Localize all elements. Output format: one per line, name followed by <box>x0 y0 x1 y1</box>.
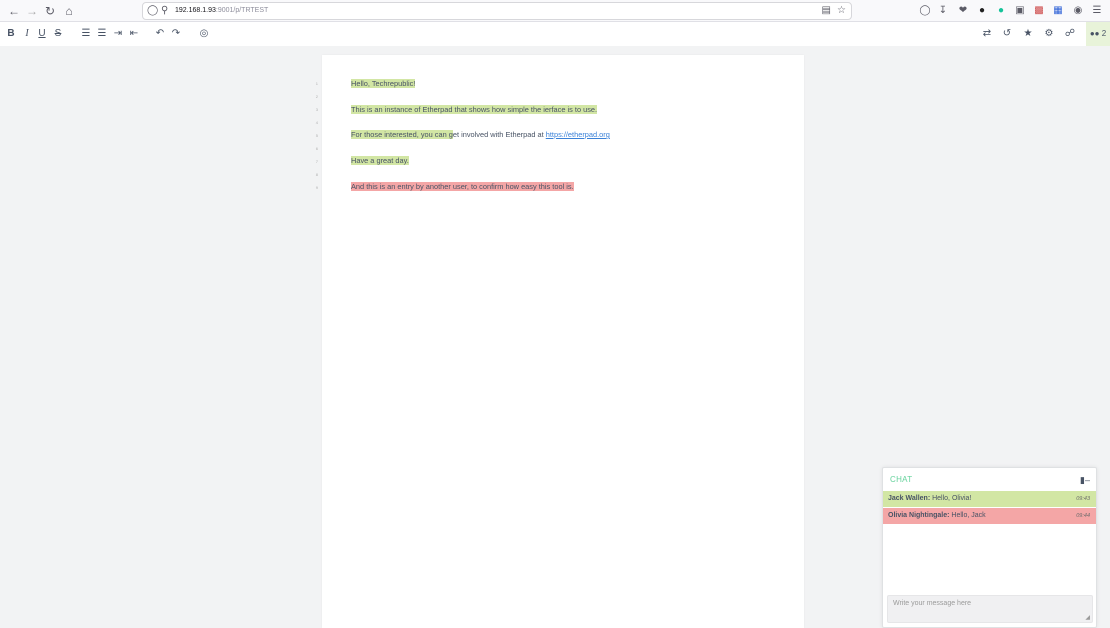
line-number: 4 <box>315 120 318 125</box>
italic-icon[interactable]: I <box>19 26 35 42</box>
pad-line-3[interactable]: This is an instance of Etherpad that sho… <box>351 104 598 115</box>
strikethrough-icon[interactable]: S <box>50 26 66 42</box>
author-text: Have a great day. <box>351 156 409 165</box>
indent-icon[interactable]: ⇥ <box>110 26 126 42</box>
chat-panel: CHAT ▮– Jack Wallen: Hello, Olivia! 09:4… <box>882 467 1097 628</box>
reload-icon[interactable]: ↻ <box>42 3 58 19</box>
chat-minimize-icon[interactable]: ▮– <box>1080 475 1090 486</box>
pad-line-1[interactable]: Hello, Techrepublic! <box>351 78 416 89</box>
forward-icon[interactable]: → <box>24 3 40 19</box>
chat-title: CHAT <box>890 475 913 484</box>
reader-icon[interactable]: ▣ <box>1013 4 1027 18</box>
author-text: Hello, Techrepublic! <box>351 79 416 88</box>
etherpad-link[interactable]: https://etherpad.org <box>546 130 610 139</box>
chat-text: Hello, Olivia! <box>930 495 972 502</box>
line-number: 6 <box>315 146 318 151</box>
pad-line-7[interactable]: Have a great day. <box>351 155 409 166</box>
lock-icon[interactable]: ⚲ <box>161 3 168 19</box>
chat-text: Hello, Jack <box>949 512 986 519</box>
pad-line-5[interactable]: For those interested, you can get involv… <box>351 129 610 140</box>
chat-time: 09:43 <box>1076 496 1090 502</box>
author-text: And this is an entry by another user, to… <box>351 182 574 191</box>
back-icon[interactable]: ← <box>6 3 22 19</box>
extension-icon[interactable]: ❤ <box>956 4 970 18</box>
bold-icon[interactable]: B <box>3 26 19 42</box>
line-number: 2 <box>315 94 318 99</box>
settings-icon[interactable]: ⚙ <box>1041 26 1057 42</box>
share-icon[interactable]: ☍ <box>1062 26 1078 42</box>
extension-icon-3[interactable]: ▩ <box>1032 4 1046 18</box>
extension-icon-4[interactable]: ▦ <box>1051 4 1065 18</box>
line-number: 8 <box>315 172 318 177</box>
chat-input[interactable]: Write your message here ◢ <box>887 595 1093 623</box>
home-icon[interactable]: ⌂ <box>61 3 77 19</box>
users-button[interactable]: ●● 2 <box>1086 22 1110 46</box>
menu-icon[interactable]: ☰ <box>1090 4 1104 18</box>
editor-toolbar: B I U S ☰ ☰ ⇥ ⇤ ↶ ↷ ◎ ⇄ ↺ ★ ⚙ ☍ <box>0 22 1110 46</box>
outdent-icon[interactable]: ⇤ <box>126 26 142 42</box>
author-text: This is an instance of Etherpad that sho… <box>351 105 598 114</box>
import-export-icon[interactable]: ⇄ <box>979 26 995 42</box>
redo-icon[interactable]: ↷ <box>168 26 184 42</box>
pad-document[interactable] <box>322 55 804 628</box>
unordered-list-icon[interactable]: ☰ <box>94 26 110 42</box>
chat-input-placeholder: Write your message here <box>893 600 972 607</box>
chat-message: Olivia Nightingale: Hello, Jack 09:44 <box>883 508 1096 524</box>
line-number: 7 <box>315 159 318 164</box>
chat-message: Jack Wallen: Hello, Olivia! 09:43 <box>883 491 1096 507</box>
undo-icon[interactable]: ↶ <box>152 26 168 42</box>
pad-line-9[interactable]: And this is an entry by another user, to… <box>351 181 574 192</box>
line-number: 1 <box>315 81 318 86</box>
grammarly-icon[interactable]: ● <box>994 4 1008 18</box>
download-icon[interactable]: ↧ <box>936 4 950 18</box>
plain-text: et involved with Etherpad at <box>452 130 546 139</box>
line-number: 5 <box>315 133 318 138</box>
ordered-list-icon[interactable]: ☰ <box>78 26 94 42</box>
timeslider-icon[interactable]: ↺ <box>999 26 1015 42</box>
underline-icon[interactable]: U <box>34 26 50 42</box>
chat-author: Olivia Nightingale: <box>888 512 950 519</box>
user-count: 2 <box>1101 29 1107 38</box>
chat-time: 09:44 <box>1076 513 1090 519</box>
extension-icon-5[interactable]: ◉ <box>1071 4 1085 18</box>
url-text[interactable]: 192.168.1.93:9001/p/TRTEST <box>175 3 268 19</box>
line-number: 3 <box>315 107 318 112</box>
browser-toolbar: ← → ↻ ⌂ ◯ ⚲ 192.168.1.93:9001/p/TRTEST ▤… <box>0 0 1110 22</box>
extension-icon-2[interactable]: ● <box>975 4 989 18</box>
shield-icon[interactable]: ◯ <box>147 3 158 19</box>
resize-handle-icon[interactable]: ◢ <box>1085 614 1090 621</box>
reader-view-icon[interactable]: ▤ <box>822 3 831 19</box>
address-bar[interactable]: ◯ ⚲ 192.168.1.93:9001/p/TRTEST ▤ ☆ <box>142 2 852 20</box>
star-icon[interactable]: ★ <box>1020 26 1036 42</box>
chat-author: Jack Wallen: <box>888 495 931 502</box>
users-icon: ●● <box>1089 29 1100 38</box>
clear-authorship-icon[interactable]: ◎ <box>196 26 212 42</box>
bookmark-star-icon[interactable]: ☆ <box>837 3 846 19</box>
line-number: 9 <box>315 185 318 190</box>
pocket-icon[interactable]: ◯ <box>918 4 932 18</box>
author-text: For those interested, you can g <box>351 130 453 139</box>
